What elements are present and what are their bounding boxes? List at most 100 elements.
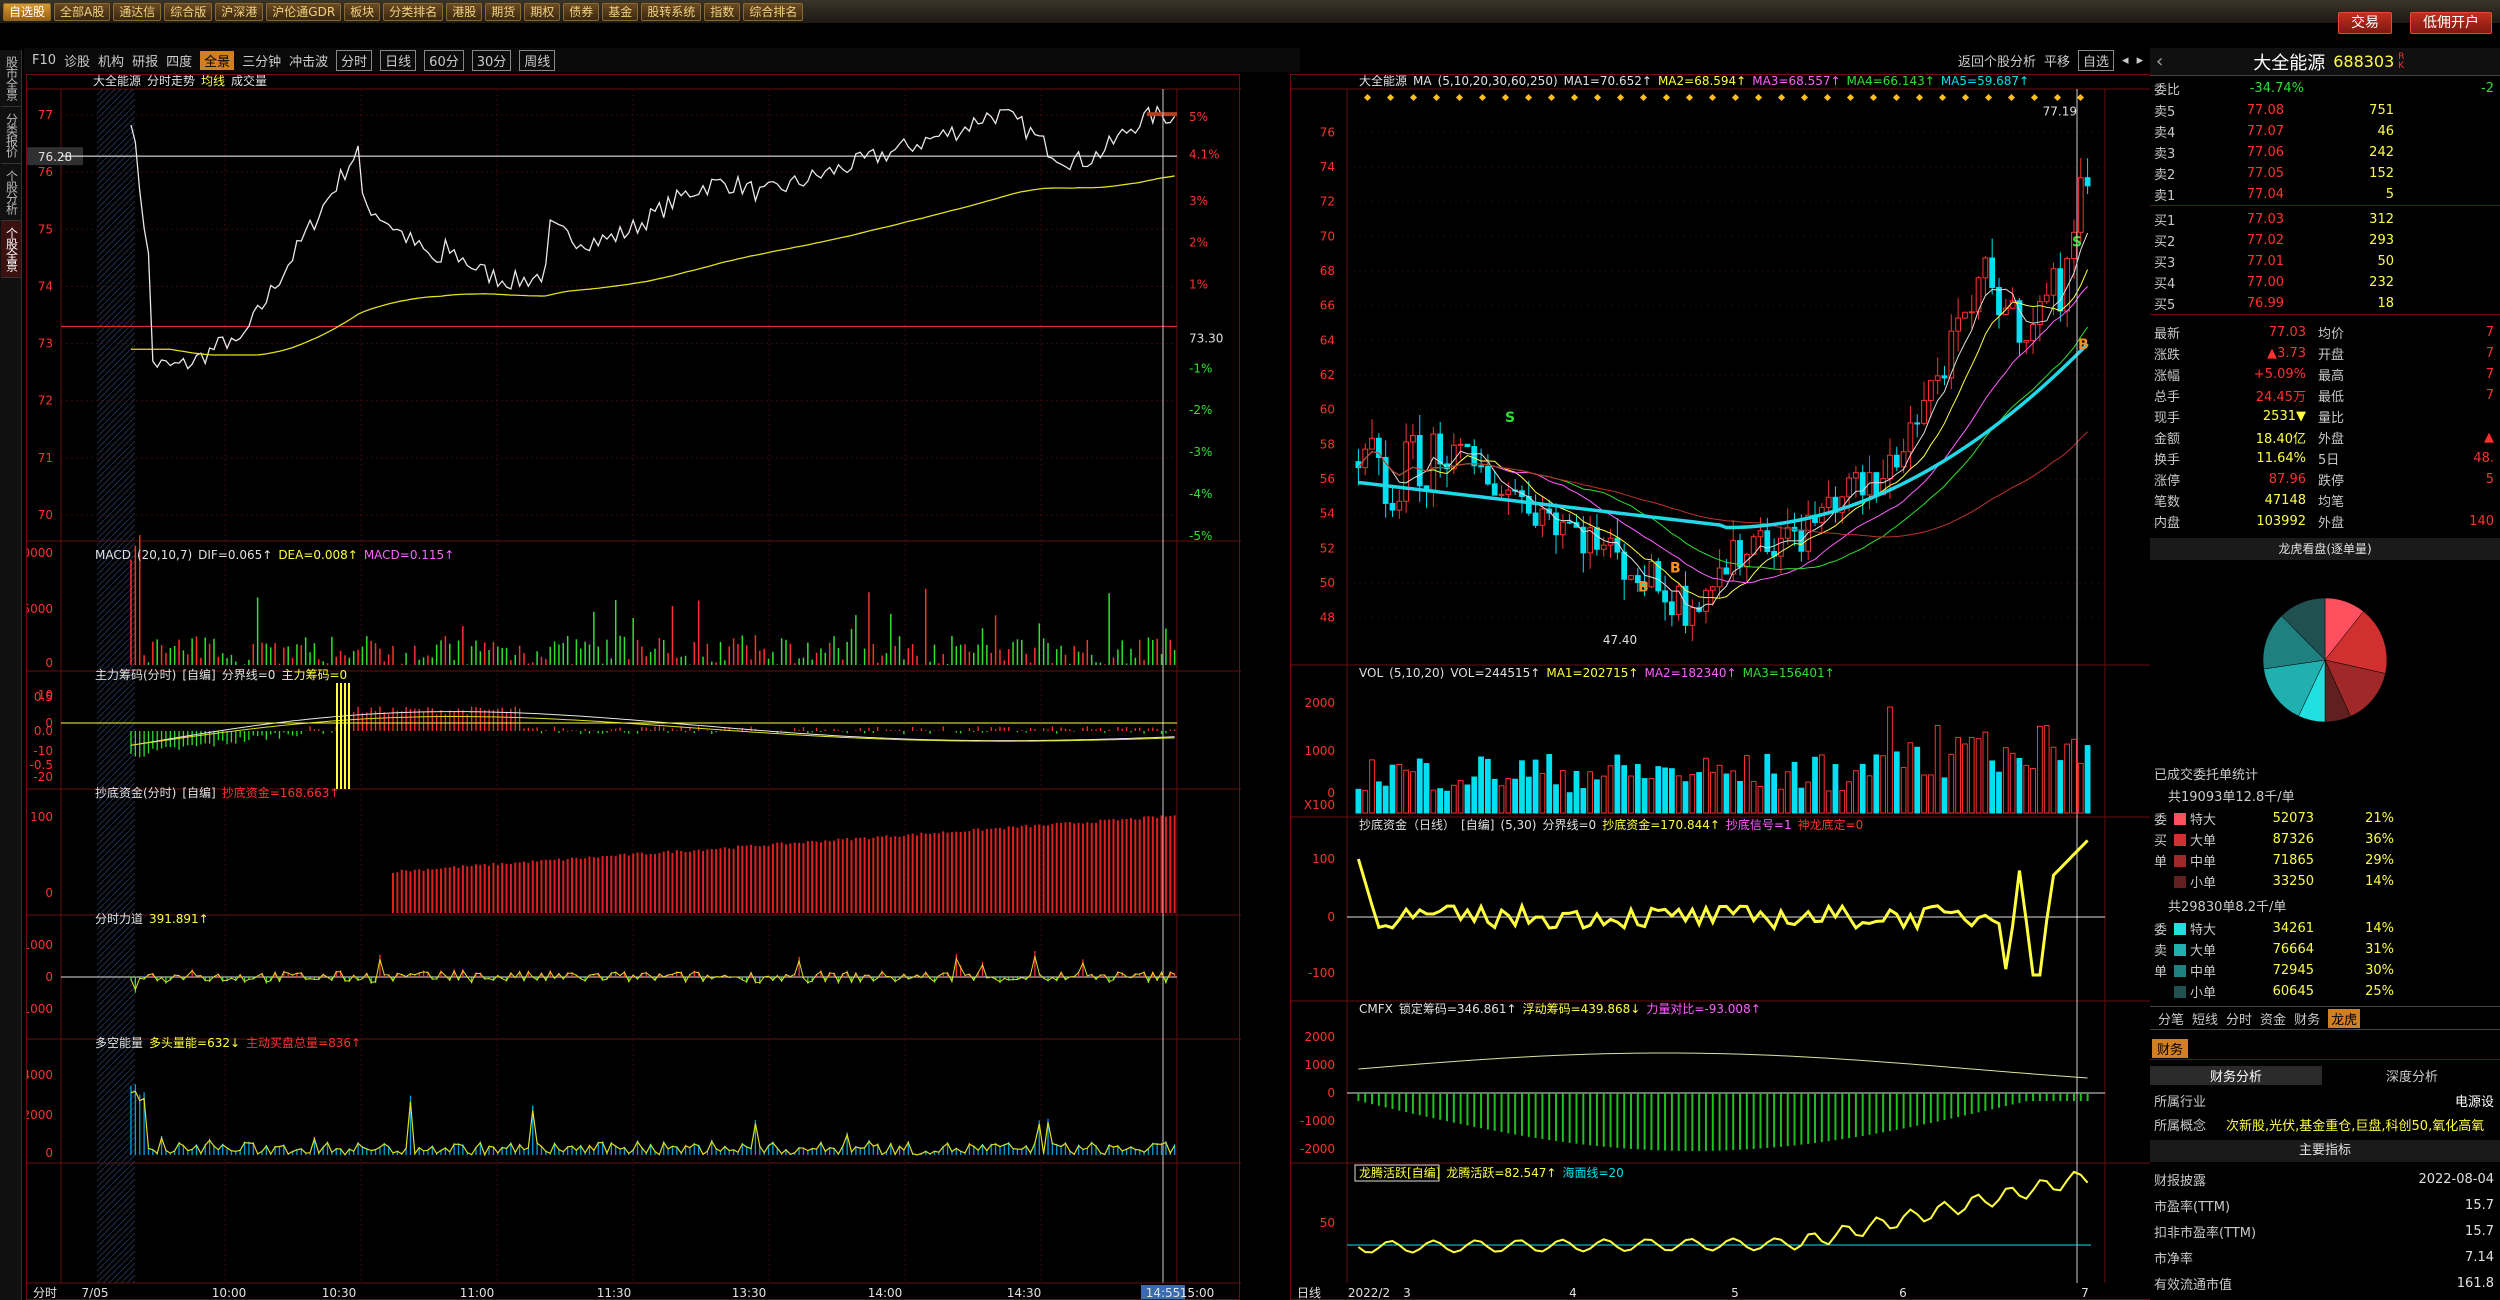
menu-item-3[interactable]: 综合版: [164, 2, 213, 21]
view-tab-0[interactable]: F10: [32, 53, 56, 68]
candle: [1866, 472, 1873, 496]
menu-item-0[interactable]: 自选股: [3, 2, 52, 21]
back-icon[interactable]: ‹: [2156, 51, 2163, 72]
watchlist-dropdown[interactable]: 自选: [2078, 49, 2115, 71]
menu-item-14[interactable]: 指数: [704, 2, 741, 21]
quote-subtab-3[interactable]: 资金: [2260, 1009, 2286, 1028]
view-tab-3[interactable]: 研报: [132, 51, 158, 70]
menu-item-10[interactable]: 期权: [524, 2, 561, 21]
candle: [1723, 567, 1730, 575]
pan-button[interactable]: 平移: [2044, 51, 2070, 70]
zlcm-tick: -20: [33, 770, 53, 784]
legend-swatch: [2174, 964, 2186, 977]
lthy-tick: 50: [1320, 1216, 1335, 1230]
menu-item-1[interactable]: 全部A股: [54, 2, 111, 21]
back-to-analysis-button[interactable]: 返回个股分析: [1958, 51, 2036, 70]
kline-price-tick: 60: [1320, 403, 1335, 417]
left-tab-2[interactable]: 个股分析: [0, 164, 21, 221]
menu-item-11[interactable]: 债券: [563, 2, 600, 21]
candle: [2084, 177, 2091, 187]
asks-row: 卖1 77.04 5: [2154, 187, 2394, 204]
candle: [1566, 521, 1573, 524]
menu-item-13[interactable]: 股转系统: [641, 2, 702, 21]
cdzj-tick: 0: [45, 886, 53, 900]
view-tab-4[interactable]: 四度: [166, 51, 192, 70]
nav-right-icon[interactable]: ▸: [2137, 53, 2144, 68]
view-tab-5[interactable]: 全景: [200, 50, 235, 70]
rk-badge: RK: [2398, 51, 2405, 71]
candle: [1893, 454, 1900, 468]
menu-item-15[interactable]: 综合排名: [743, 2, 804, 21]
view-tab-8[interactable]: 分时: [336, 49, 373, 71]
view-tab-12[interactable]: 周线: [519, 49, 556, 71]
industry-row: 所属行业 电源设: [2154, 1095, 2494, 1110]
view-tab-11[interactable]: 30分: [471, 49, 512, 71]
deep-analysis-tab[interactable]: 深度分析: [2326, 1066, 2498, 1085]
quote-subtab-2[interactable]: 分时: [2226, 1009, 2252, 1028]
left-tab-1[interactable]: 分类报价: [0, 107, 21, 164]
candle: [1996, 287, 2002, 316]
kline-price-tick: 68: [1320, 264, 1335, 278]
candle: [1968, 311, 1975, 314]
open-account-button[interactable]: 低佣开户: [2410, 12, 2492, 34]
stat-row: 金额 18.40亿 外盘 ▲: [2154, 430, 2494, 447]
kline-price-tick: 52: [1320, 541, 1335, 555]
fin-analysis-tab[interactable]: 财务分析: [2150, 1065, 2322, 1085]
menu-item-8[interactable]: 港股: [446, 2, 483, 21]
kline-price-tick: 72: [1320, 195, 1335, 209]
view-tab-7[interactable]: 冲击波: [289, 51, 328, 70]
menu-item-4[interactable]: 沪深港: [215, 2, 264, 21]
view-tab-2[interactable]: 机构: [98, 51, 124, 70]
buy-order-row: 委特大 52073 21%: [2154, 811, 2394, 828]
view-tab-9[interactable]: 日线: [380, 49, 417, 71]
stat-row: 笔数 47148 均笔: [2154, 493, 2345, 510]
menu-item-5[interactable]: 沪伦通GDR: [266, 2, 342, 21]
stock-name: 大全能源: [2253, 52, 2326, 74]
price-tick: 73: [38, 337, 53, 351]
kline-price-tick: 70: [1320, 229, 1335, 243]
menu-item-2[interactable]: 通达信: [113, 2, 162, 21]
candle: [1914, 422, 1921, 425]
candle: [1989, 257, 1996, 289]
view-tab-1[interactable]: 诊股: [64, 51, 90, 70]
trade-button[interactable]: 交易: [2338, 12, 2392, 34]
kline-header: 大全能源 MA (5,10,20,30,60,250) MA1=70.652↑ MA2=…: [1359, 75, 2029, 88]
left-tab-0[interactable]: 股市全景: [0, 50, 21, 107]
view-tab-6[interactable]: 三分钟: [242, 51, 281, 70]
menu-item-7[interactable]: 分类排名: [383, 2, 444, 21]
candle: [1962, 311, 1968, 319]
kline-time-tick: 6: [1899, 1286, 1907, 1300]
candle: [1505, 489, 1512, 495]
left-tab-3[interactable]: 个股全景: [0, 221, 21, 278]
indicator-header: 多空能量 多头量能=632↓ 主动买盘总量=836↑: [95, 1035, 361, 1050]
quote-subtab-4[interactable]: 财务: [2294, 1009, 2320, 1028]
kline-time-tick: 4: [1569, 1286, 1577, 1300]
view-tab-10[interactable]: 60分: [424, 49, 464, 71]
menu-item-12[interactable]: 基金: [602, 2, 639, 21]
stat-row: 换手 11.64% 5日 48.: [2154, 451, 2494, 468]
indicator-header: 主力筹码(分时) [自编] 分界线=0 主力筹码=0: [95, 667, 347, 682]
menu-item-9[interactable]: 期货: [485, 2, 522, 21]
nav-left-icon[interactable]: ◂: [2122, 53, 2129, 68]
quote-subtab-1[interactable]: 短线: [2192, 1009, 2218, 1028]
price-tick: 75: [38, 222, 53, 236]
bids-row: 买5 76.99 18: [2154, 296, 2394, 313]
dknl-tick: 0: [45, 1146, 53, 1160]
signal-marker: B: [1638, 580, 1649, 596]
fsld-tick: 0: [45, 970, 53, 984]
app-window: 自选股 全部A股 通达信 综合版 沪深港 沪伦通GDR 板块 分类排名 港股 期货 期权 债券 基金 股转…: [0, 0, 2500, 1300]
vol-tick: 5000: [27, 602, 53, 616]
finance-header: 财务: [2150, 1038, 2500, 1060]
stat-row: 总手 24.45万 最低 7: [2154, 388, 2494, 405]
metric-row: 流通A市值161.8: [2150, 1296, 2500, 1300]
ref-price: 73.30: [1189, 331, 1223, 345]
metric-row: 市盈率(TTM) 15.7: [2154, 1197, 2494, 1215]
quote-subtab-5[interactable]: 龙虎: [2328, 1008, 2361, 1028]
quote-subtab-0[interactable]: 分笔: [2158, 1009, 2184, 1028]
menu-item-6[interactable]: 板块: [344, 2, 381, 21]
candle: [1628, 575, 1634, 580]
intraday-panel: 大全能源 分时走势 均线 成交量 77 76 75 74 73 72 71 70 5% 4.1% 3% 2% 1…: [15, 73, 1241, 1300]
bids-row: 买4 77.00 232: [2154, 275, 2394, 292]
candle: [1900, 451, 1907, 468]
finance-tab[interactable]: 财务: [2152, 1039, 2189, 1058]
